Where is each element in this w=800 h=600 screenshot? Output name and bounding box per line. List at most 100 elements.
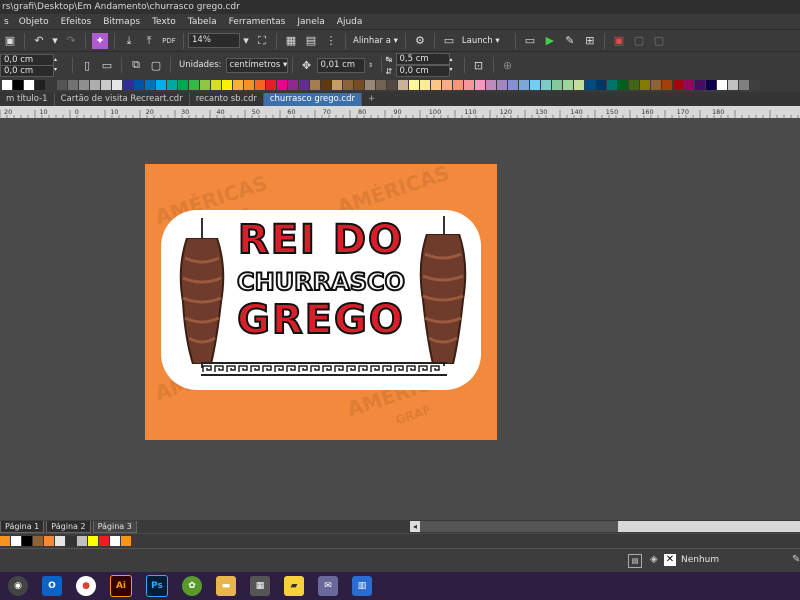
palette-swatch[interactable]: [288, 80, 298, 90]
palette-swatch[interactable]: [684, 80, 694, 90]
nudge-spinner-icon[interactable]: ⇕: [367, 57, 375, 73]
palette-swatch[interactable]: [68, 80, 78, 90]
palette-swatch[interactable]: [475, 80, 485, 90]
bleed-icon[interactable]: ⊡: [471, 57, 487, 73]
menu-item-objeto[interactable]: Objeto: [13, 17, 55, 27]
palette-swatch[interactable]: [486, 80, 496, 90]
palette-swatch[interactable]: [222, 80, 232, 90]
palette-swatch[interactable]: [552, 80, 562, 90]
taskbar-coreldraw-icon[interactable]: ✿: [182, 576, 202, 596]
palette-swatch[interactable]: [420, 80, 430, 90]
palette-swatch[interactable]: [574, 80, 584, 90]
palette-swatch[interactable]: [387, 80, 397, 90]
outline-pen-icon[interactable]: ✎: [792, 554, 800, 565]
dup-spinners[interactable]: ▴ ▾: [450, 55, 460, 75]
options-gear-icon[interactable]: ⚙: [412, 33, 428, 49]
welcome-screen-icon[interactable]: ▭: [522, 33, 538, 49]
nudge-icon[interactable]: ✥: [299, 57, 315, 73]
horizontal-scrollbar-track[interactable]: [420, 521, 618, 532]
color-profile-icon[interactable]: ▤: [628, 554, 642, 568]
menu-item-janela[interactable]: Janela: [291, 17, 330, 27]
paste-icon[interactable]: ▣: [2, 33, 18, 49]
document-palette-swatch[interactable]: [55, 536, 65, 546]
redo-icon[interactable]: ↷: [63, 33, 79, 49]
document-palette-swatch[interactable]: [11, 536, 21, 546]
add-page-icon[interactable]: ⊕: [500, 57, 516, 73]
document-palette-swatch[interactable]: [66, 536, 76, 546]
palette-swatch[interactable]: [607, 80, 617, 90]
taskbar-outlook-icon[interactable]: O: [42, 576, 62, 596]
size-spinners[interactable]: ▴ ▾: [54, 55, 64, 75]
document-palette-swatch[interactable]: [99, 536, 109, 546]
palette-swatch[interactable]: [453, 80, 463, 90]
palette-swatch[interactable]: [2, 80, 12, 90]
palette-swatch[interactable]: [717, 80, 727, 90]
logo-sticker[interactable]: REI DO CHURRASCO GREGO: [161, 210, 481, 390]
width-field[interactable]: 0,0 cm: [0, 53, 54, 66]
align-to-dropdown[interactable]: Alinhar a ▾: [350, 36, 401, 46]
color-proof-icon[interactable]: ▣: [611, 33, 627, 49]
palette-swatch[interactable]: [695, 80, 705, 90]
nudge-distance-field[interactable]: 0,01 cm: [316, 57, 365, 73]
import-icon[interactable]: ⤓: [121, 33, 137, 49]
palette-swatch[interactable]: [497, 80, 507, 90]
palette-swatch[interactable]: [200, 80, 210, 90]
taskbar-browser-circle-icon[interactable]: ◉: [8, 576, 28, 596]
document-palette-swatch[interactable]: [22, 536, 32, 546]
page-tab-2[interactable]: Página 2: [46, 520, 91, 533]
landscape-icon[interactable]: ▭: [99, 57, 115, 73]
guidelines-icon[interactable]: ⋮: [323, 33, 339, 49]
document-palette-swatch[interactable]: [110, 536, 120, 546]
menu-item-efeitos[interactable]: Efeitos: [55, 17, 98, 27]
menu-item-tabela[interactable]: Tabela: [182, 17, 223, 27]
palette-swatch[interactable]: [90, 80, 100, 90]
palette-swatch[interactable]: [321, 80, 331, 90]
current-page-icon[interactable]: ▢: [148, 57, 164, 73]
palette-swatch[interactable]: [57, 80, 67, 90]
palette-swatch[interactable]: [123, 80, 133, 90]
palette-swatch[interactable]: [266, 80, 276, 90]
palette-swatch[interactable]: [409, 80, 419, 90]
no-fill-icon[interactable]: ✕: [664, 554, 676, 566]
palette-swatch[interactable]: [662, 80, 672, 90]
document-palette-swatch[interactable]: [121, 536, 131, 546]
document-palette-swatch[interactable]: [44, 536, 54, 546]
palette-swatch[interactable]: [178, 80, 188, 90]
palette-swatch[interactable]: [354, 80, 364, 90]
height-field[interactable]: 0,0 cm: [0, 65, 54, 77]
palette-swatch[interactable]: [112, 80, 122, 90]
palette-swatch[interactable]: [189, 80, 199, 90]
palette-swatch[interactable]: [101, 80, 111, 90]
menu-item-texto[interactable]: Texto: [146, 17, 182, 27]
palette-swatch[interactable]: [706, 80, 716, 90]
taskbar-file-explorer-icon[interactable]: ▬: [216, 576, 236, 596]
palette-swatch[interactable]: [299, 80, 309, 90]
document-palette-swatch[interactable]: [88, 536, 98, 546]
menu-item-ferramentas[interactable]: Ferramentas: [223, 17, 292, 27]
palette-swatch[interactable]: [508, 80, 518, 90]
spin-down-icon[interactable]: ▾: [450, 65, 460, 75]
launch-dropdown[interactable]: Launch ▾: [459, 36, 511, 46]
palette-swatch[interactable]: [13, 80, 23, 90]
scroll-left-icon[interactable]: ◂: [410, 521, 420, 532]
palette-swatch[interactable]: [79, 80, 89, 90]
spin-up-icon[interactable]: ▴: [54, 55, 64, 65]
tab-cartao-visita[interactable]: Cartão de visita Recreart.cdr: [55, 93, 190, 106]
export-icon[interactable]: ⤒: [141, 33, 157, 49]
taskbar-calculator-icon[interactable]: ▦: [250, 576, 270, 596]
palette-swatch[interactable]: [255, 80, 265, 90]
document-palette-swatch[interactable]: [77, 536, 87, 546]
palette-swatch[interactable]: [464, 80, 474, 90]
menu-item-bitmaps[interactable]: Bitmaps: [97, 17, 146, 27]
record-macro-icon[interactable]: ✎: [562, 33, 578, 49]
palette-swatch[interactable]: [629, 80, 639, 90]
taskbar-calendar-icon[interactable]: ▥: [352, 576, 372, 596]
corel-connect-icon[interactable]: ✦: [92, 32, 108, 49]
disabled-tool-icon-2[interactable]: ▢: [651, 33, 667, 49]
run-script-icon[interactable]: ▶: [542, 33, 558, 49]
palette-swatch[interactable]: [332, 80, 342, 90]
palette-swatch[interactable]: [365, 80, 375, 90]
palette-swatch[interactable]: [530, 80, 540, 90]
tab-untitled-1[interactable]: m título-1: [0, 93, 55, 106]
taskbar-photoshop-icon[interactable]: Ps: [146, 575, 168, 597]
